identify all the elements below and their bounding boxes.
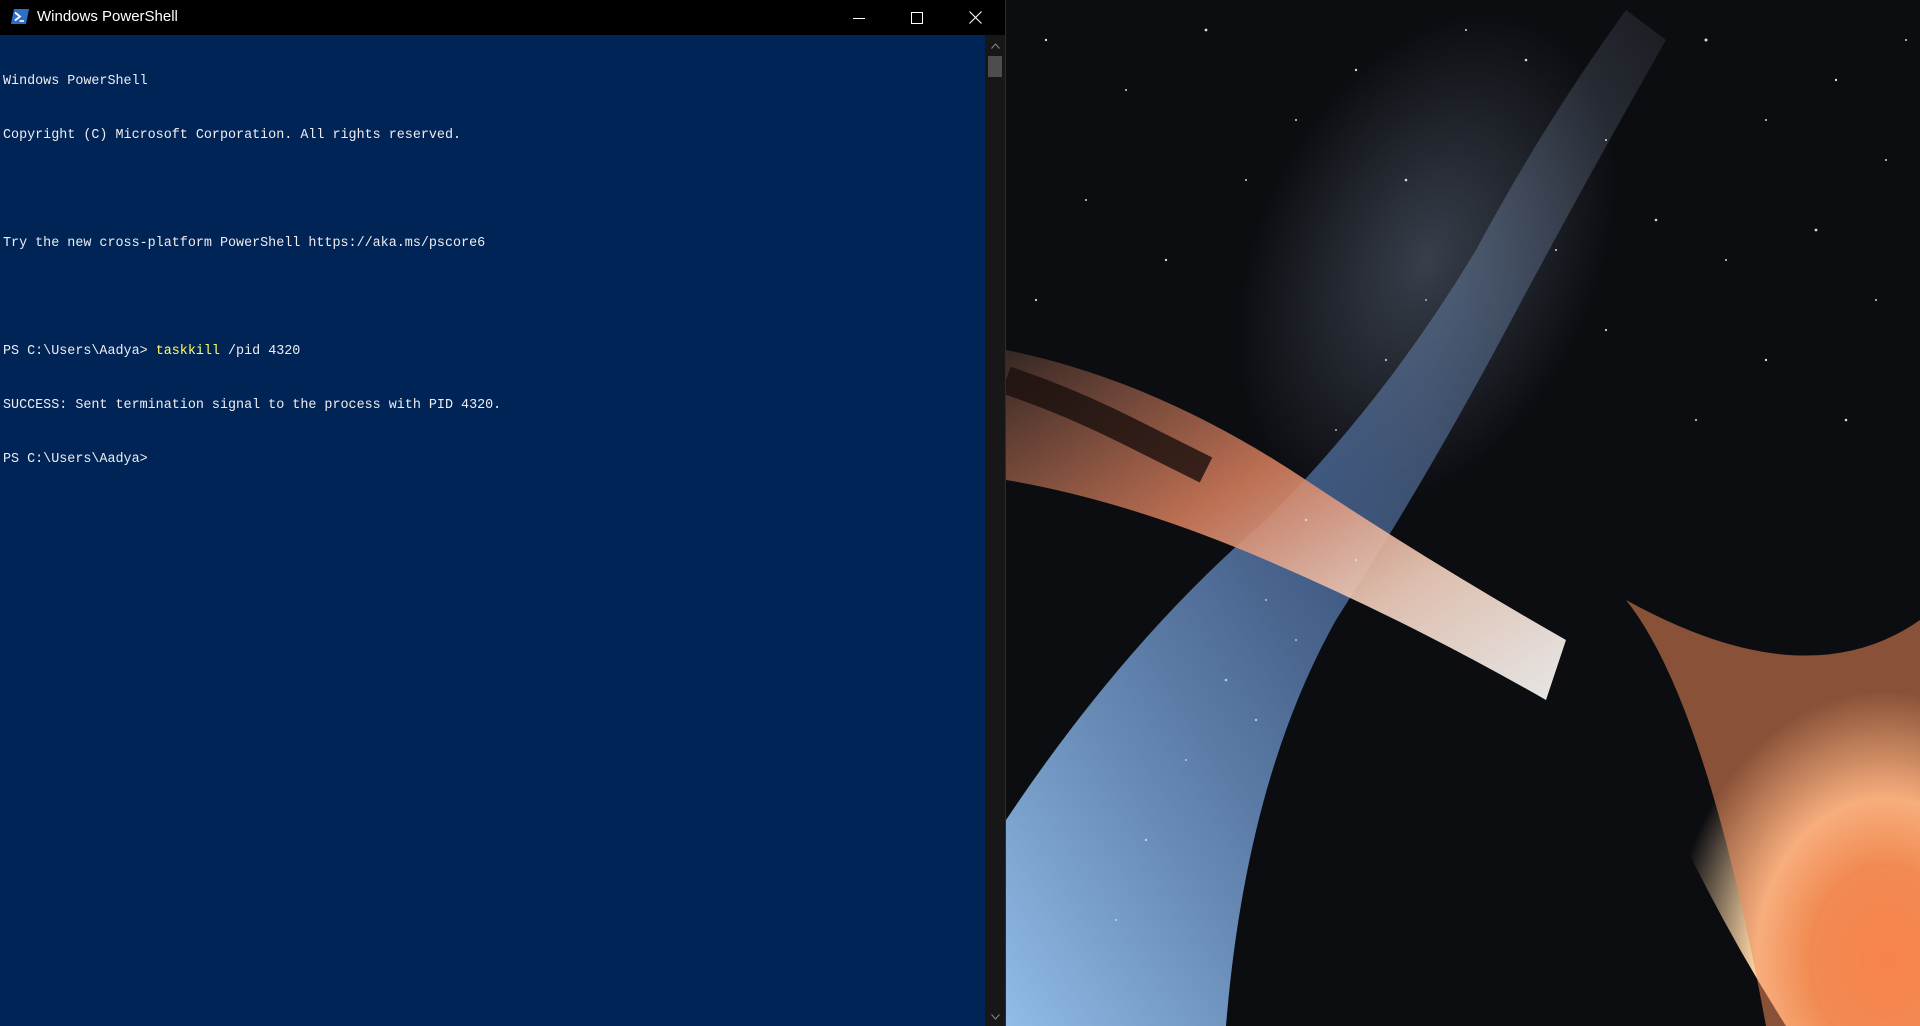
vertical-scrollbar[interactable] [985, 35, 1005, 1026]
minimize-button[interactable] [830, 0, 888, 35]
command-name: taskkill [155, 344, 220, 359]
close-button[interactable] [946, 0, 1004, 35]
console-text: Windows PowerShell Copyright (C) Microso… [3, 37, 501, 505]
desktop: Windows PowerShell Windows PowerShell Co… [0, 0, 1920, 1026]
maximize-icon [911, 11, 923, 24]
powershell-window[interactable]: Windows PowerShell Windows PowerShell Co… [0, 0, 1005, 1026]
scroll-up-arrow-icon [990, 43, 1000, 49]
maximize-button[interactable] [888, 0, 946, 35]
command-arguments: /pid 4320 [219, 344, 301, 359]
scroll-down-arrow-icon [990, 1014, 1000, 1020]
console-line-banner: Windows PowerShell [3, 74, 148, 89]
powershell-icon [11, 9, 29, 24]
console-line-current-prompt[interactable]: PS C:\Users\Aadya> [3, 451, 501, 469]
scroll-down-button[interactable] [985, 1008, 1005, 1026]
title-bar[interactable]: Windows PowerShell [0, 0, 1005, 35]
console-line-command: PS C:\Users\Aadya> taskkill /pid 4320 [3, 343, 501, 361]
console-output-area[interactable]: Windows PowerShell Copyright (C) Microso… [0, 35, 985, 1026]
prompt: PS C:\Users\Aadya> [3, 344, 156, 359]
minimize-icon [853, 17, 865, 19]
console-line-pscore-hint: Try the new cross-platform PowerShell ht… [3, 236, 486, 251]
console-line-output: SUCCESS: Sent termination signal to the … [3, 398, 502, 413]
window-title: Windows PowerShell [37, 8, 178, 25]
scroll-up-button[interactable] [985, 37, 1005, 55]
space-illustration [1006, 0, 1920, 1026]
desktop-wallpaper [1006, 0, 1920, 1026]
close-icon [968, 11, 982, 24]
console-line-copyright: Copyright (C) Microsoft Corporation. All… [3, 128, 462, 143]
scrollbar-thumb[interactable] [988, 56, 1002, 77]
